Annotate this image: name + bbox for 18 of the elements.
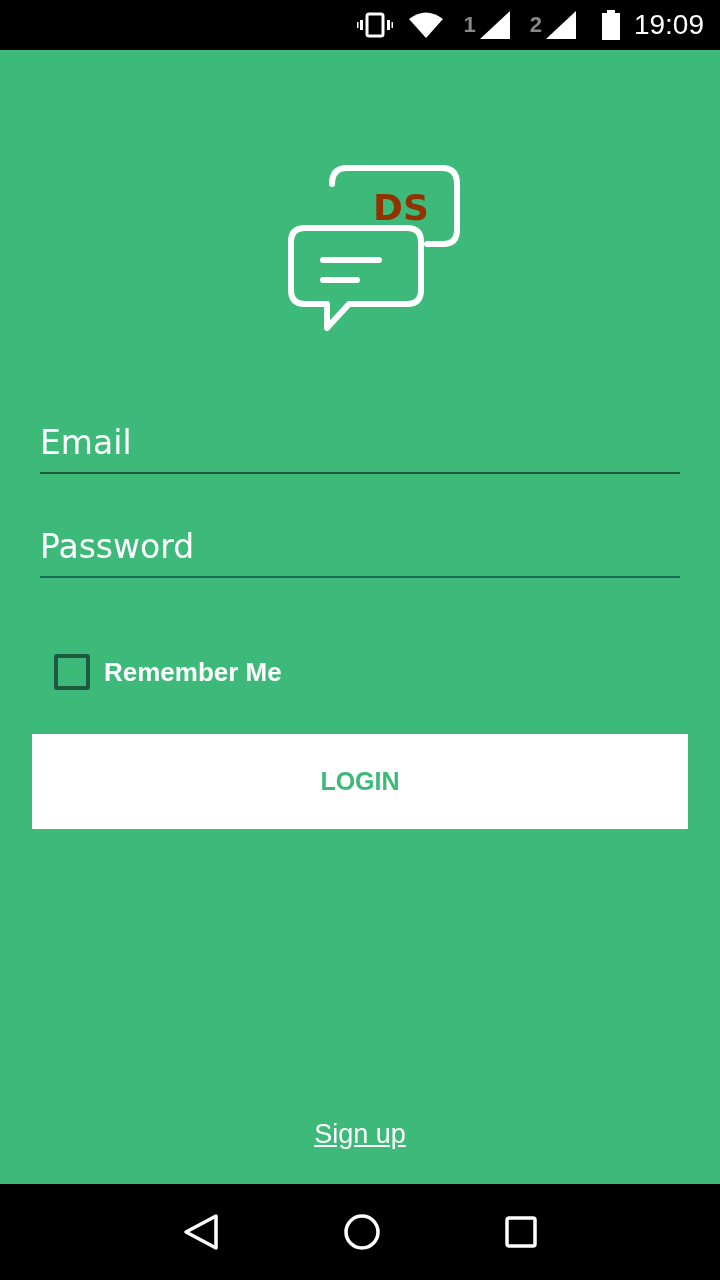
input-field[interactable]: Email — [40, 412, 680, 474]
home-icon[interactable] — [344, 1214, 380, 1250]
checkbox[interactable] — [54, 654, 90, 690]
remember-label: Remember Me — [104, 656, 282, 688]
input-field[interactable]: Password — [40, 516, 680, 578]
chat-logo: DS — [287, 162, 463, 338]
signal-icon — [545, 11, 576, 39]
battery-icon — [601, 10, 620, 40]
sim-number: 1 — [463, 12, 476, 38]
back-icon[interactable] — [182, 1213, 219, 1251]
sim-number: 2 — [529, 12, 542, 38]
wifi-icon — [409, 12, 444, 38]
vibrate-icon — [357, 12, 394, 38]
clock-time: 19:09 — [633, 9, 704, 41]
sign-up-link[interactable]: Sign up — [314, 1119, 406, 1150]
signal-icon — [479, 11, 510, 39]
recents-icon[interactable] — [505, 1216, 538, 1248]
login-button[interactable]: LOGIN — [32, 734, 688, 829]
